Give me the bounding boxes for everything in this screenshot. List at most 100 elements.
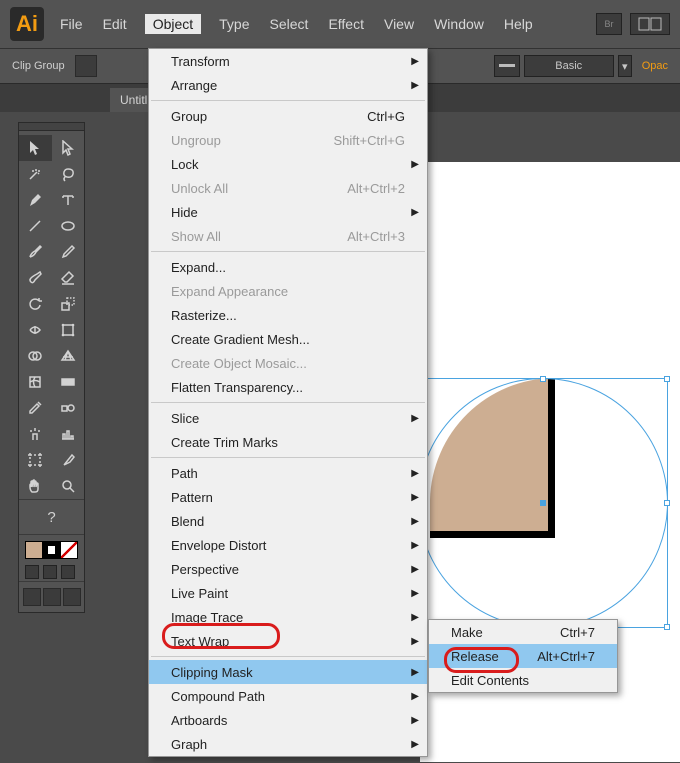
object-menu-item-lock[interactable]: Lock▶ (149, 152, 427, 176)
eraser-tool[interactable] (52, 265, 85, 291)
object-menu-item-pattern[interactable]: Pattern▶ (149, 485, 427, 509)
column-graph-tool[interactable] (52, 421, 85, 447)
menu-separator (151, 251, 425, 252)
bbox-handle[interactable] (540, 376, 546, 382)
blend-tool[interactable] (52, 395, 85, 421)
options-box[interactable] (75, 55, 97, 77)
object-menu-item-show-all: Show AllAlt+Ctrl+3 (149, 224, 427, 248)
draw-inside[interactable] (63, 588, 81, 606)
menu-separator (151, 457, 425, 458)
app-logo: Ai (10, 7, 44, 41)
object-menu-item-path[interactable]: Path▶ (149, 461, 427, 485)
menu-item-label: Release (451, 649, 499, 664)
bbox-handle[interactable] (664, 376, 670, 382)
selection-tool[interactable] (19, 135, 52, 161)
menu-file[interactable]: File (58, 14, 85, 34)
menu-select[interactable]: Select (268, 14, 311, 34)
object-menu-item-perspective[interactable]: Perspective▶ (149, 557, 427, 581)
opacity-label[interactable]: Opac (642, 60, 668, 72)
ellipse-tool[interactable] (52, 213, 85, 239)
object-menu-item-image-trace[interactable]: Image Trace▶ (149, 605, 427, 629)
draw-behind[interactable] (43, 588, 61, 606)
object-menu-item-blend[interactable]: Blend▶ (149, 509, 427, 533)
zoom-tool[interactable] (52, 473, 85, 499)
shape-builder-tool[interactable] (19, 343, 52, 369)
bridge-button[interactable]: Br (596, 13, 622, 35)
menu-edit[interactable]: Edit (101, 14, 129, 34)
none-swatch[interactable] (60, 541, 78, 559)
clipping-submenu-item-release[interactable]: ReleaseAlt+Ctrl+7 (429, 644, 617, 668)
menu-object[interactable]: Object (145, 14, 201, 34)
free-transform-tool[interactable] (52, 317, 85, 343)
blob-brush-tool[interactable] (19, 265, 52, 291)
selection-type-label: Clip Group (12, 60, 65, 72)
bbox-handle[interactable] (664, 500, 670, 506)
panel-grip[interactable] (19, 123, 84, 131)
clipping-submenu-item-make[interactable]: MakeCtrl+7 (429, 620, 617, 644)
clipping-submenu-item-edit-contents[interactable]: Edit Contents (429, 668, 617, 692)
object-menu-item-artboards[interactable]: Artboards▶ (149, 708, 427, 732)
object-menu-item-arrange[interactable]: Arrange▶ (149, 73, 427, 97)
line-tool[interactable] (19, 213, 52, 239)
perspective-grid-tool[interactable] (52, 343, 85, 369)
artboard-tool[interactable] (19, 447, 52, 473)
menu-view[interactable]: View (382, 14, 416, 34)
menu-shortcut: Alt+Ctrl+3 (347, 229, 405, 244)
type-tool[interactable] (52, 187, 85, 213)
object-menu-item-live-paint[interactable]: Live Paint▶ (149, 581, 427, 605)
slice-tool[interactable] (52, 447, 85, 473)
object-menu-item-flatten-transparency[interactable]: Flatten Transparency... (149, 375, 427, 399)
help-indicator[interactable]: ? (19, 504, 84, 530)
object-menu-item-text-wrap[interactable]: Text Wrap▶ (149, 629, 427, 653)
object-menu-item-hide[interactable]: Hide▶ (149, 200, 427, 224)
object-menu-item-graph[interactable]: Graph▶ (149, 732, 427, 756)
object-menu-item-compound-path[interactable]: Compound Path▶ (149, 684, 427, 708)
bbox-handle[interactable] (664, 624, 670, 630)
menu-effect[interactable]: Effect (326, 14, 366, 34)
color-mode[interactable] (25, 565, 39, 579)
direct-selection-tool[interactable] (52, 135, 85, 161)
fill-swatch[interactable] (25, 541, 43, 559)
object-menu-item-transform[interactable]: Transform▶ (149, 49, 427, 73)
symbol-sprayer-tool[interactable] (19, 421, 52, 447)
gradient-mode[interactable] (43, 565, 57, 579)
graphic-style-dropdown[interactable]: Basic ▾ (494, 55, 632, 77)
hand-tool[interactable] (19, 473, 52, 499)
scale-tool[interactable] (52, 291, 85, 317)
object-menu-item-group[interactable]: GroupCtrl+G (149, 104, 427, 128)
menu-type[interactable]: Type (217, 14, 251, 34)
magic-wand-tool[interactable] (19, 161, 52, 187)
object-menu-item-clipping-mask[interactable]: Clipping Mask▶ (149, 660, 427, 684)
rotate-tool[interactable] (19, 291, 52, 317)
menu-item-label: Ungroup (171, 133, 221, 148)
menu-help[interactable]: Help (502, 14, 535, 34)
width-tool[interactable] (19, 317, 52, 343)
stroke-swatch[interactable] (43, 541, 61, 559)
mesh-tool[interactable] (19, 369, 52, 395)
submenu-arrow-icon: ▶ (411, 739, 419, 750)
menu-separator (151, 656, 425, 657)
submenu-arrow-icon: ▶ (411, 540, 419, 551)
menu-item-label: Arrange (171, 78, 217, 93)
menu-item-label: Create Gradient Mesh... (171, 332, 310, 347)
menu-window[interactable]: Window (432, 14, 486, 34)
eyedropper-tool[interactable] (19, 395, 52, 421)
selection-bounding-box[interactable] (418, 378, 668, 628)
pen-tool[interactable] (19, 187, 52, 213)
object-menu-item-create-gradient-mesh[interactable]: Create Gradient Mesh... (149, 327, 427, 351)
object-menu-item-rasterize[interactable]: Rasterize... (149, 303, 427, 327)
fill-stroke-swatches[interactable] (19, 534, 84, 563)
object-menu-item-slice[interactable]: Slice▶ (149, 406, 427, 430)
arrange-documents-button[interactable] (630, 13, 670, 35)
menu-item-label: Transform (171, 54, 230, 69)
submenu-arrow-icon: ▶ (411, 564, 419, 575)
paintbrush-tool[interactable] (19, 239, 52, 265)
lasso-tool[interactable] (52, 161, 85, 187)
pencil-tool[interactable] (52, 239, 85, 265)
gradient-tool[interactable] (52, 369, 85, 395)
object-menu-item-expand[interactable]: Expand... (149, 255, 427, 279)
object-menu-item-create-trim-marks[interactable]: Create Trim Marks (149, 430, 427, 454)
draw-normal[interactable] (23, 588, 41, 606)
none-mode[interactable] (61, 565, 75, 579)
object-menu-item-envelope-distort[interactable]: Envelope Distort▶ (149, 533, 427, 557)
